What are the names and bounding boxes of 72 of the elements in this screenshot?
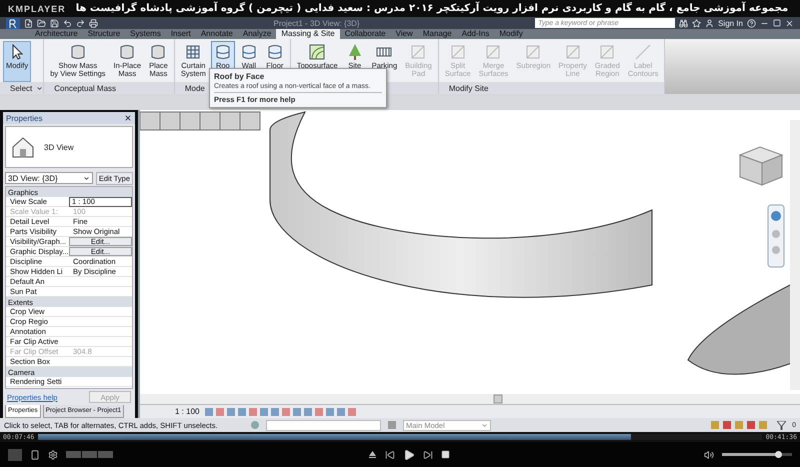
- workset-field[interactable]: [266, 420, 381, 430]
- player-brand: KMPLAYER: [8, 4, 66, 14]
- horizontal-scrollbar[interactable]: [140, 394, 800, 404]
- filter-icon[interactable]: [777, 420, 786, 430]
- panel-title: Properties: [6, 114, 42, 122]
- play-icon[interactable]: [403, 448, 415, 460]
- ribbon-tab[interactable]: Massing & Site: [276, 29, 340, 39]
- navigation-bar[interactable]: [768, 204, 784, 268]
- surface-icon: [448, 43, 467, 61]
- window-title: Project1 - 3D View: {3D}: [272, 18, 361, 28]
- cube-icon: [118, 43, 136, 61]
- star-icon[interactable]: [692, 18, 702, 28]
- ribbon-tab[interactable]: Architecture: [30, 29, 83, 39]
- surface-icon: [409, 43, 428, 61]
- cube-icon: [149, 43, 168, 61]
- surface-icon: [484, 43, 502, 61]
- grid-icon: [184, 43, 202, 61]
- ribbon-tab[interactable]: Add-Ins: [456, 29, 494, 39]
- contour-icon: [308, 43, 326, 61]
- panel-title: Select: [10, 84, 32, 92]
- surface-icon: [524, 43, 542, 61]
- ribbon-tab[interactable]: Systems: [125, 29, 166, 39]
- ribbon-tab[interactable]: Insert: [166, 29, 196, 39]
- stop-icon[interactable]: [441, 450, 450, 459]
- help-icon[interactable]: [747, 18, 756, 28]
- face-icon: [214, 43, 232, 61]
- maximize-icon[interactable]: [773, 19, 781, 27]
- type-selector[interactable]: 3D View: [5, 126, 133, 168]
- close-icon[interactable]: [124, 114, 132, 122]
- surface-icon: [564, 43, 582, 61]
- caret-icon[interactable]: [82, 174, 90, 182]
- sign-in-link[interactable]: Sign In: [718, 18, 743, 28]
- filter-buttons-icon[interactable]: [66, 451, 114, 458]
- scrollbar-thumb[interactable]: [494, 394, 502, 404]
- new-file-icon[interactable]: [24, 18, 33, 28]
- panel-title: Conceptual Mass: [54, 84, 116, 92]
- volume-track[interactable]: [722, 453, 792, 456]
- folder-icon[interactable]: [37, 18, 46, 28]
- settings-icon[interactable]: [48, 450, 58, 460]
- face-icon: [240, 43, 258, 61]
- previous-icon[interactable]: [385, 450, 395, 460]
- vertical-scrollbar[interactable]: [790, 120, 800, 390]
- ribbon-tab[interactable]: Collaborate: [340, 29, 391, 39]
- ribbon-tab[interactable]: Structure: [82, 29, 126, 39]
- user-icon[interactable]: [705, 18, 714, 28]
- ribbon-tab[interactable]: Annotate: [196, 29, 238, 39]
- redo-icon[interactable]: [76, 18, 85, 28]
- panel-title: Modify Site: [448, 84, 488, 92]
- undo-icon[interactable]: [63, 18, 72, 28]
- ribbon-tab[interactable]: Manage: [418, 29, 457, 39]
- contour-label-icon: [634, 43, 652, 61]
- printer-icon[interactable]: [89, 18, 98, 28]
- ribbon-tab[interactable]: Analyze: [238, 29, 276, 39]
- phone-icon[interactable]: [30, 450, 40, 460]
- view-dropdown[interactable]: 3D View: {3D}: [5, 172, 93, 184]
- ribbon-tab[interactable]: View: [390, 29, 418, 39]
- panel-title: Mode: [184, 84, 205, 92]
- save-icon[interactable]: [50, 18, 59, 28]
- view-scale[interactable]: 1 : 100: [175, 407, 200, 416]
- next-icon[interactable]: [423, 450, 433, 460]
- ribbon-tab[interactable]: Modify: [494, 29, 528, 39]
- view-cube-drawing[interactable]: [738, 146, 784, 186]
- face-icon: [266, 43, 284, 61]
- video-title: مجموعه آموزشی جامع ، گام به گام و کاربردی نرم افزار رویت آرکیتکچر ۲۰۱۶ مدرس : سعید فدایی ( تیچرمن ) گروه آموزشی پادشاه گرافیست ها: [76, 3, 788, 14]
- volume-icon[interactable]: [704, 450, 714, 460]
- app-logo-icon[interactable]: [6, 18, 20, 28]
- dropdown-caret-icon[interactable]: [36, 84, 44, 92]
- eject-icon[interactable]: [368, 450, 377, 459]
- surface-icon: [598, 43, 616, 61]
- cube-icon: [68, 43, 87, 61]
- binoculars-icon[interactable]: [679, 18, 688, 28]
- volume-handle[interactable]: [775, 451, 782, 458]
